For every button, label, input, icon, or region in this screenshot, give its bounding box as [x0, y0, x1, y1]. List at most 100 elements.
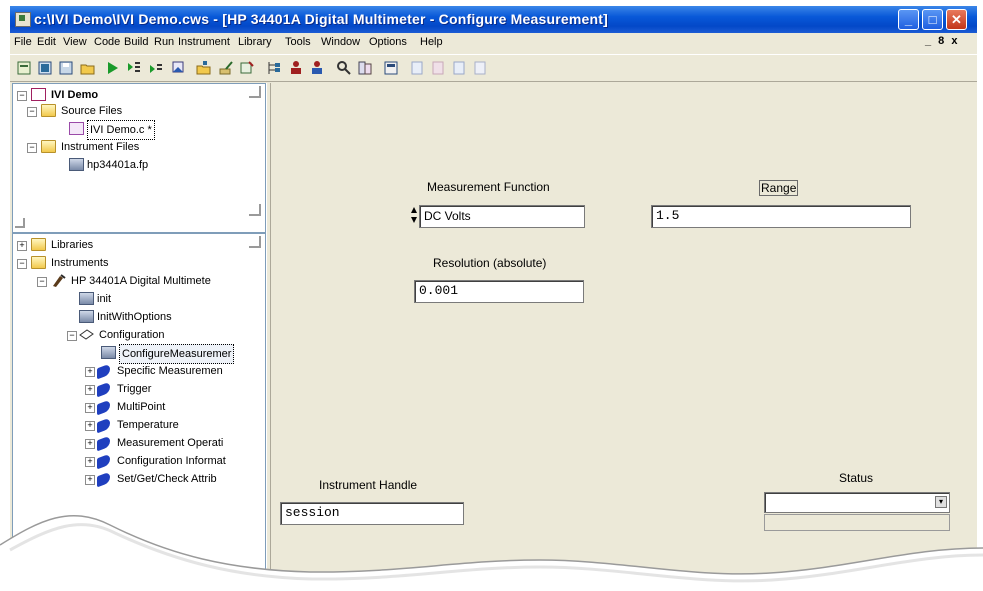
menu-build[interactable]: Build	[124, 36, 148, 48]
expand-icon[interactable]: +	[85, 421, 95, 431]
menu-edit[interactable]: Edit	[37, 36, 56, 48]
menu-file[interactable]: File	[14, 36, 32, 48]
function-panel-icon	[79, 292, 94, 305]
panel-size-grip[interactable]	[249, 236, 261, 248]
expand-icon[interactable]: +	[85, 457, 95, 467]
project-tree-panel: − IVI Demo − Source Files IVI Demo.c * −…	[12, 83, 266, 233]
doc3-icon	[451, 60, 467, 76]
project-icon	[31, 88, 46, 101]
expand-icon[interactable]: +	[17, 241, 27, 251]
panel-size-grip[interactable]	[249, 86, 261, 98]
collapse-icon[interactable]: −	[37, 277, 47, 287]
users-alt-icon[interactable]	[309, 60, 325, 76]
maximize-button[interactable]: □	[922, 9, 943, 30]
expand-icon[interactable]: +	[85, 439, 95, 449]
menu-view[interactable]: View	[63, 36, 87, 48]
function-panel: Measurement Function DC Volts Range 1.5 …	[271, 83, 977, 591]
tree-icon[interactable]	[266, 60, 282, 76]
find-icon[interactable]	[336, 60, 352, 76]
menu-window[interactable]: Window	[321, 36, 360, 48]
status-label: Status	[839, 471, 874, 485]
close-button[interactable]: ✕	[946, 9, 967, 30]
resolution-input[interactable]: 0.001	[414, 280, 584, 303]
function-panel-icon	[79, 310, 94, 323]
menu-library[interactable]: Library	[238, 36, 272, 48]
menu-bar: File Edit View Code Build Run Instrument…	[10, 33, 977, 53]
panel-size-grip[interactable]	[249, 204, 261, 216]
run-icon[interactable]	[105, 60, 121, 76]
libraries-label: Libraries	[51, 239, 94, 251]
folder-icon	[41, 104, 56, 117]
tree-item-label: Measurement Operati	[117, 437, 224, 449]
range-label: Range	[759, 180, 799, 196]
ring-control-arrows-icon[interactable]	[410, 206, 418, 224]
expand-icon[interactable]: +	[85, 367, 95, 377]
open-icon[interactable]	[196, 60, 212, 76]
menu-tools[interactable]: Tools	[285, 36, 311, 48]
edit-icon[interactable]	[218, 60, 234, 76]
source-file-label: IVI Demo.c *	[87, 120, 155, 140]
mdi-window-controls[interactable]: _ 8 x	[925, 35, 959, 47]
collapse-icon[interactable]: −	[67, 331, 77, 341]
step-out-icon[interactable]	[170, 60, 186, 76]
menu-help[interactable]: Help	[420, 36, 443, 48]
collapse-icon[interactable]: −	[27, 143, 37, 153]
diff-icon[interactable]	[357, 60, 373, 76]
range-input[interactable]: 1.5	[651, 205, 911, 228]
tree-item-label: Set/Get/Check Attrib	[117, 473, 217, 485]
book-icon	[97, 363, 110, 380]
step-into-icon[interactable]	[126, 60, 142, 76]
minimize-button[interactable]: _	[898, 9, 919, 30]
function-panel-icon	[101, 346, 116, 359]
panel-size-grip[interactable]	[15, 218, 25, 228]
panel-icon[interactable]	[383, 60, 399, 76]
status-dropdown[interactable]	[764, 492, 950, 513]
doc-icon	[409, 60, 425, 76]
menu-instrument[interactable]: Instrument	[178, 36, 230, 48]
new-project-icon[interactable]	[16, 60, 32, 76]
fp-file-icon	[69, 158, 84, 171]
chevron-down-icon[interactable]: ▾	[935, 496, 947, 508]
instruments-label: Instruments	[51, 257, 109, 269]
instrument-handle-input[interactable]: session	[280, 502, 464, 525]
instrument-file-label: hp34401a.fp	[87, 159, 149, 171]
users-icon[interactable]	[288, 60, 304, 76]
tags-icon[interactable]	[239, 60, 255, 76]
collapse-icon[interactable]: −	[17, 91, 27, 101]
expand-icon[interactable]: +	[85, 403, 95, 413]
expand-icon[interactable]: +	[85, 475, 95, 485]
instrument-driver-icon	[51, 274, 66, 287]
resolution-label: Resolution (absolute)	[433, 256, 547, 270]
collapse-icon[interactable]: −	[17, 259, 27, 269]
doc4-icon	[472, 60, 488, 76]
folder-icon	[31, 256, 46, 269]
tree-item-label: Trigger	[117, 383, 152, 395]
open-folder-icon[interactable]	[80, 60, 96, 76]
c-file-icon	[69, 122, 84, 135]
menu-code[interactable]: Code	[94, 36, 120, 48]
save-icon[interactable]	[58, 60, 74, 76]
measurement-function-ring[interactable]: DC Volts	[419, 205, 585, 228]
step-over-icon[interactable]	[148, 60, 164, 76]
tree-item-label: Temperature	[117, 419, 179, 431]
toolbar	[10, 54, 977, 82]
configure-measurement-label: ConfigureMeasuremer	[119, 344, 235, 364]
expand-icon[interactable]: +	[85, 385, 95, 395]
configuration-class-icon	[79, 328, 94, 341]
library-tree-panel: + Libraries − Instruments − HP 34401A Di…	[12, 233, 266, 591]
title-bar[interactable]: c:\IVI Demo\IVI Demo.cws - [HP 34401A Di…	[10, 6, 977, 33]
menu-run[interactable]: Run	[154, 36, 174, 48]
instrument-handle-label: Instrument Handle	[319, 478, 418, 492]
source-files-label: Source Files	[61, 105, 123, 117]
open-file-icon[interactable]	[37, 60, 53, 76]
collapse-icon[interactable]: −	[27, 107, 37, 117]
book-icon	[97, 435, 110, 452]
init-label: init	[97, 293, 112, 305]
window-title: c:\IVI Demo\IVI Demo.cws - [HP 34401A Di…	[34, 11, 608, 27]
menu-options[interactable]: Options	[369, 36, 407, 48]
tree-item-label: Configuration Informat	[117, 455, 226, 467]
app-window: c:\IVI Demo\IVI Demo.cws - [HP 34401A Di…	[10, 6, 977, 591]
instrument-files-label: Instrument Files	[61, 141, 140, 153]
measurement-function-label: Measurement Function	[427, 180, 550, 194]
doc2-icon	[430, 60, 446, 76]
